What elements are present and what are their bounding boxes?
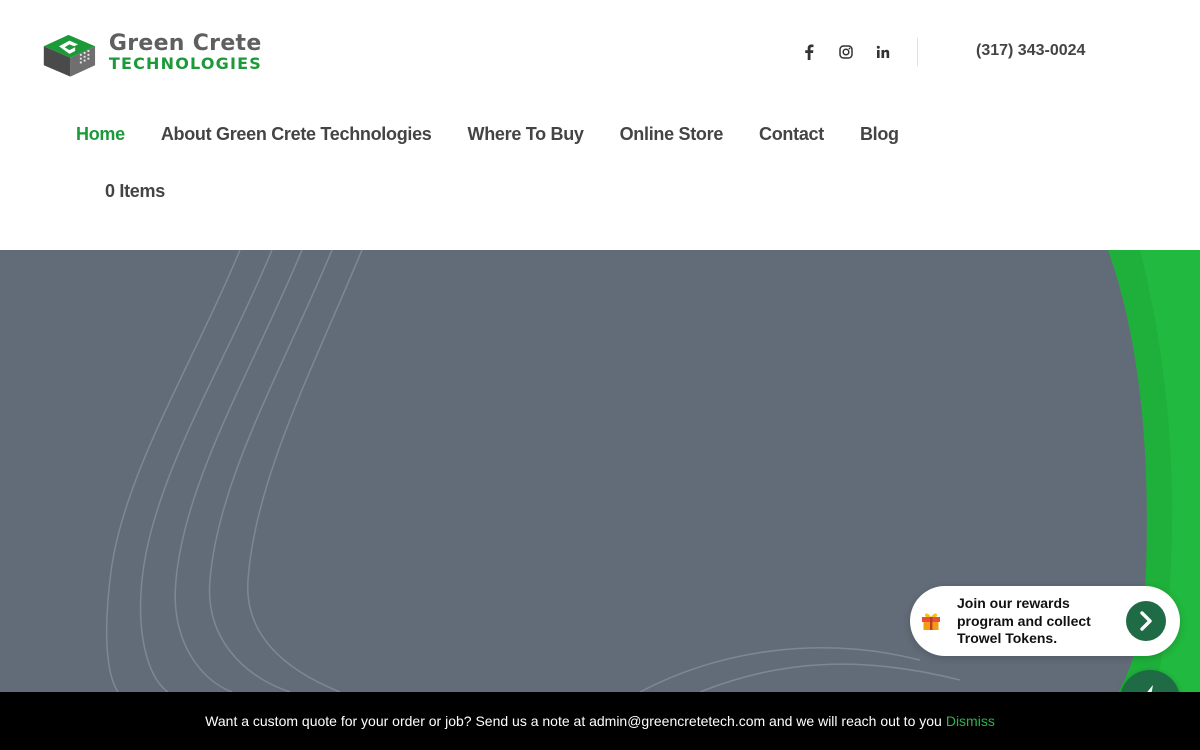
rewards-open-button[interactable] <box>1126 601 1166 641</box>
nav-online-store[interactable]: Online Store <box>602 120 741 149</box>
dismiss-link[interactable]: Dismiss <box>946 713 995 729</box>
social-links <box>792 40 903 64</box>
instagram-icon[interactable] <box>829 40 862 64</box>
store-notice-bar: Want a custom quote for your order or jo… <box>0 692 1200 750</box>
nav-blog[interactable]: Blog <box>842 120 917 149</box>
chevron-right-icon <box>1140 611 1152 631</box>
nav-about[interactable]: About Green Crete Technologies <box>143 120 450 149</box>
logo-tagline: TECHNOLOGIES <box>108 53 262 73</box>
cart-link[interactable]: 0 Items <box>105 181 165 202</box>
logo-cube-icon <box>43 34 96 77</box>
rewards-popup[interactable]: Join our rewards program and collect Tro… <box>910 586 1180 656</box>
nav-home[interactable]: Home <box>58 120 143 149</box>
main-nav: Home About Green Crete Technologies Wher… <box>58 120 917 149</box>
notice-message: Want a custom quote for your order or jo… <box>205 713 942 729</box>
logo-name: Green Crete <box>108 30 262 56</box>
nav-where-to-buy[interactable]: Where To Buy <box>450 120 602 149</box>
facebook-icon[interactable] <box>792 40 825 64</box>
phone-number[interactable]: (317) 343-0024 <box>976 42 1085 60</box>
site-logo[interactable]: Green Crete TECHNOLOGIES <box>40 22 262 82</box>
linkedin-icon[interactable] <box>866 40 899 64</box>
site-header: Green Crete TECHNOLOGIES (317) 343-0024 … <box>0 0 1200 250</box>
rewards-text: Join our rewards program and collect Tro… <box>957 595 1091 646</box>
header-divider <box>917 38 918 66</box>
gift-icon <box>922 613 940 630</box>
nav-contact[interactable]: Contact <box>741 120 842 149</box>
